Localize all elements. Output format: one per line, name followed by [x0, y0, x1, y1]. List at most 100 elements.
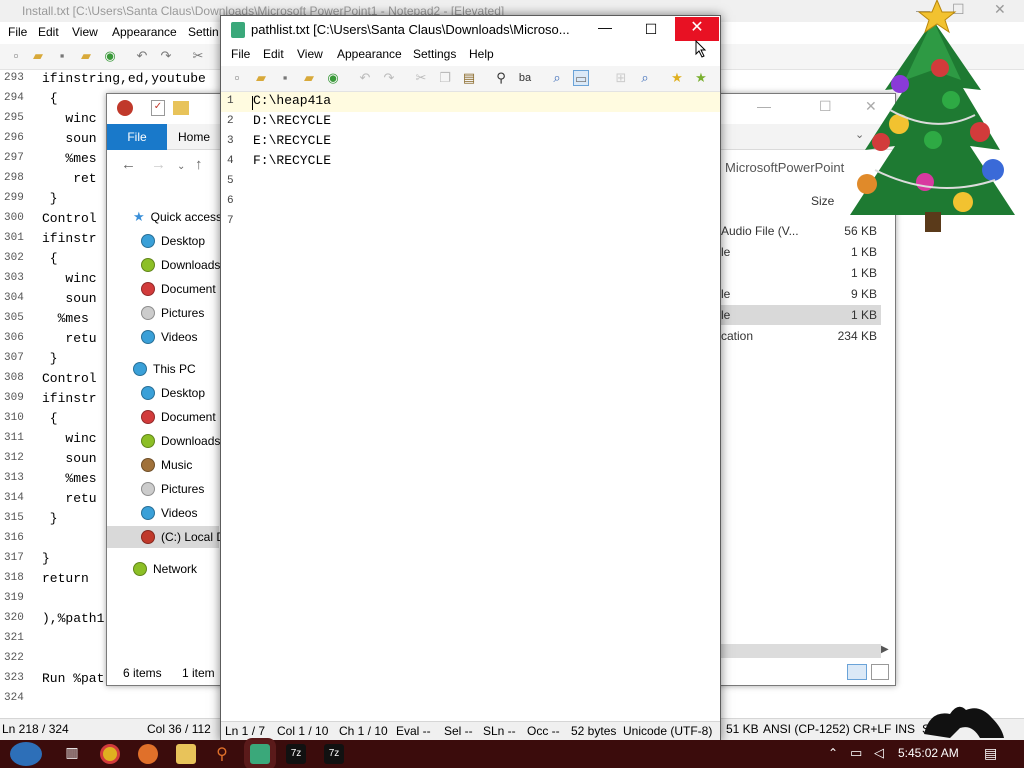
paste-icon[interactable]: ▤ — [461, 70, 477, 86]
network-tray-icon[interactable]: ▭ — [850, 745, 862, 761]
chrome-icon[interactable] — [100, 744, 120, 764]
save-as-icon[interactable]: ▰ — [78, 48, 94, 64]
menu-file[interactable]: File — [8, 25, 27, 39]
7zip-icon[interactable]: 7z — [286, 744, 306, 764]
file-size-cell[interactable]: 1 KB — [807, 308, 877, 322]
up-arrow-icon[interactable]: ↑ — [195, 156, 203, 173]
nav-pc-item[interactable]: Document — [141, 407, 216, 427]
7zip-icon[interactable]: 7z — [324, 744, 344, 764]
tray-chevron-icon[interactable]: ⌃ — [828, 746, 838, 760]
favorites-icon[interactable]: ★ — [669, 70, 685, 86]
redo-icon[interactable]: ↷ — [158, 48, 174, 64]
maximize-button[interactable]: ☐ — [629, 17, 673, 41]
add-favorite-icon[interactable]: ★ — [693, 70, 709, 86]
menu-view[interactable]: View — [297, 47, 323, 61]
minimize-icon[interactable]: — — [757, 98, 771, 114]
zoom-icon[interactable]: ⌕ — [549, 70, 565, 86]
open-folder-icon[interactable]: ▰ — [30, 48, 46, 64]
menu-settings[interactable]: Settin — [188, 25, 219, 39]
nav-quick-item[interactable]: Videos — [141, 327, 197, 347]
save-as-icon[interactable]: ▰ — [301, 70, 317, 86]
zoom-in-icon[interactable]: ⌕ — [637, 70, 653, 86]
nav-quick-item[interactable]: Pictures — [141, 303, 204, 323]
menu-appearance[interactable]: Appearance — [112, 25, 177, 39]
ribbon-tab-file[interactable]: File — [107, 124, 167, 150]
undo-icon[interactable]: ↶ — [134, 48, 150, 64]
search-icon[interactable]: ⚲ — [212, 744, 232, 764]
new-file-icon[interactable]: ▫ — [229, 70, 245, 86]
find-icon[interactable]: ⚲ — [493, 70, 509, 86]
menu-help[interactable]: Help — [469, 47, 494, 61]
new-folder-icon[interactable] — [173, 101, 189, 115]
file-size-cell[interactable]: 9 KB — [807, 287, 877, 301]
nav-network[interactable]: Network — [133, 559, 197, 579]
folder-icon[interactable] — [176, 744, 196, 764]
minimize-button[interactable]: — — [583, 17, 627, 41]
file-type-cell[interactable]: le — [721, 245, 730, 259]
cut-icon[interactable]: ✂ — [190, 48, 206, 64]
taskbar-clock[interactable]: 5:45:02 AM — [898, 746, 959, 760]
nav-pc-item[interactable]: Downloads — [141, 431, 220, 451]
menu-edit[interactable]: Edit — [38, 25, 59, 39]
menu-settings[interactable]: Settings — [413, 47, 456, 61]
redo-icon[interactable]: ↷ — [381, 70, 397, 86]
scheme-icon[interactable]: ⊞ — [613, 70, 629, 86]
scroll-right-icon[interactable]: ▶ — [881, 644, 889, 655]
nav-pc-item[interactable]: (C:) Local D — [141, 527, 225, 547]
nav-pc-item[interactable]: Music — [141, 455, 192, 475]
editor-area[interactable] — [221, 92, 720, 721]
details-view-icon[interactable] — [847, 664, 867, 680]
nav-pc-item[interactable]: Videos — [141, 503, 197, 523]
menu-appearance[interactable]: Appearance — [337, 47, 402, 61]
nav-quick-access[interactable]: ★ Quick access — [133, 207, 222, 227]
reload-icon[interactable]: ◉ — [325, 70, 341, 86]
forward-arrow-icon[interactable]: → — [151, 156, 166, 173]
folder-breadcrumb[interactable]: MicrosoftPowerPoint — [725, 160, 844, 175]
nav-pc-item[interactable]: Pictures — [141, 479, 204, 499]
menu-edit[interactable]: Edit — [263, 47, 284, 61]
menu-view[interactable]: View — [72, 25, 98, 39]
copy-icon[interactable]: ❐ — [437, 70, 453, 86]
maximize-icon[interactable]: ☐ — [819, 98, 832, 115]
properties-icon[interactable]: ✓ — [151, 100, 165, 116]
undo-icon[interactable]: ↶ — [357, 70, 373, 86]
file-type-cell[interactable]: Audio File (V... — [721, 224, 799, 238]
editor-text-line[interactable]: D:\RECYCLE — [253, 113, 331, 128]
editor-text-line[interactable]: E:\RECYCLE — [253, 133, 331, 148]
save-icon[interactable]: ▪ — [54, 48, 70, 64]
reload-icon[interactable]: ◉ — [102, 48, 118, 64]
volume-icon[interactable]: ◁ — [874, 745, 884, 761]
back-arrow-icon[interactable]: ← — [121, 156, 136, 173]
column-header-size[interactable]: Size — [811, 194, 834, 208]
firefox-icon[interactable] — [138, 744, 158, 764]
notepad2-taskbar-icon[interactable] — [250, 744, 270, 764]
nav-this-pc[interactable]: This PC — [133, 359, 196, 379]
start-button-icon[interactable] — [10, 742, 42, 766]
file-type-cell[interactable]: cation — [721, 329, 753, 343]
word-wrap-icon[interactable]: ▭ — [573, 70, 589, 86]
notifications-icon[interactable]: ▤ — [984, 745, 997, 762]
file-size-cell[interactable]: 1 KB — [807, 245, 877, 259]
tiles-view-icon[interactable] — [871, 664, 889, 680]
task-view-icon[interactable]: ▥ — [62, 744, 82, 764]
open-folder-icon[interactable]: ▰ — [253, 70, 269, 86]
recent-chevron-icon[interactable]: ⌄ — [177, 161, 185, 172]
cut-icon[interactable]: ✂ — [413, 70, 429, 86]
new-file-icon[interactable]: ▫ — [8, 48, 24, 64]
file-type-cell[interactable]: le — [721, 287, 730, 301]
nav-quick-item[interactable]: Document — [141, 279, 216, 299]
close-button[interactable]: ✕ — [675, 17, 719, 41]
file-size-cell[interactable]: 234 KB — [807, 329, 877, 343]
file-size-cell[interactable]: 1 KB — [807, 266, 877, 280]
file-type-cell[interactable]: le — [721, 308, 730, 322]
menu-file[interactable]: File — [231, 47, 250, 61]
ribbon-tab-home[interactable]: Home — [169, 124, 219, 150]
nav-pc-item[interactable]: Desktop — [141, 383, 205, 403]
horizontal-scrollbar[interactable] — [721, 644, 881, 658]
replace-icon[interactable]: ba — [517, 70, 533, 86]
editor-text-line[interactable]: F:\RECYCLE — [253, 153, 331, 168]
editor-text-line[interactable]: C:\heap41a — [253, 93, 331, 108]
save-icon[interactable]: ▪ — [277, 70, 293, 86]
nav-quick-item[interactable]: Desktop — [141, 231, 205, 251]
nav-quick-item[interactable]: Downloads — [141, 255, 220, 275]
